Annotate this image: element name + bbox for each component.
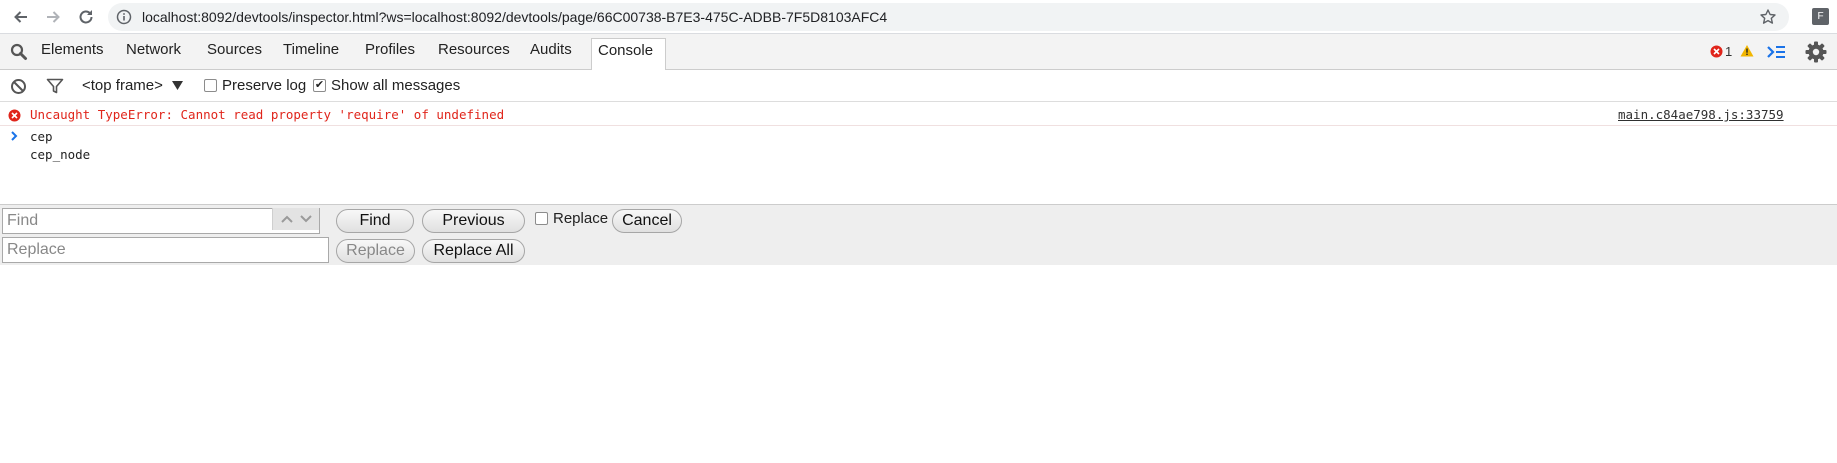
preserve-log-option[interactable]: Preserve log <box>204 77 306 94</box>
forward-button[interactable] <box>41 5 65 29</box>
error-icon <box>1710 45 1723 58</box>
error-count-value: 1 <box>1725 44 1733 59</box>
replace-option[interactable]: Replace <box>535 210 608 227</box>
filter-icon[interactable] <box>46 78 64 95</box>
show-all-messages-checkbox[interactable]: ✔ <box>313 79 326 92</box>
tab-audits[interactable]: Audits <box>526 38 576 66</box>
tab-timeline[interactable]: Timeline <box>279 38 343 66</box>
console-input-line[interactable]: cep <box>30 129 53 144</box>
tab-network[interactable]: Network <box>122 38 185 66</box>
chevron-up-icon[interactable] <box>280 215 293 223</box>
replace-all-button[interactable]: Replace All <box>422 239 525 263</box>
error-source-link[interactable]: main.c84ae798.js:33759 <box>1618 107 1784 122</box>
console-toolbar: <top frame> Preserve log ✔ Show all mess… <box>0 70 1837 102</box>
back-button[interactable] <box>9 5 33 29</box>
search-icon[interactable] <box>9 42 29 62</box>
arrow-right-icon <box>47 11 60 23</box>
previous-button[interactable]: Previous <box>422 209 525 233</box>
warning-icon[interactable] <box>1740 44 1754 57</box>
error-counter[interactable]: 1 <box>1710 44 1732 59</box>
console-output-line: cep_node <box>30 147 91 162</box>
browser-toolbar: localhost:8092/devtools/inspector.html?w… <box>0 0 1837 34</box>
url-text[interactable]: localhost:8092/devtools/inspector.html?w… <box>142 9 887 25</box>
prompt-chevron-icon <box>11 131 18 141</box>
replace-input[interactable] <box>2 237 329 263</box>
dropdown-triangle-icon <box>171 81 183 90</box>
tab-console[interactable]: Console <box>591 38 667 71</box>
cancel-button[interactable]: Cancel <box>612 209 682 233</box>
find-nav-arrows <box>272 208 319 230</box>
replace-checkbox[interactable] <box>535 212 548 225</box>
frame-selector-value: <top frame> <box>82 77 163 94</box>
frame-selector[interactable]: <top frame> <box>82 77 183 94</box>
arrow-left-icon <box>14 11 27 23</box>
reload-icon <box>79 10 93 24</box>
address-bar[interactable]: localhost:8092/devtools/inspector.html?w… <box>108 3 1789 31</box>
devtools-tab-bar: Elements Network Sources Timeline Profil… <box>0 34 1837 71</box>
profile-initial: F <box>1817 11 1824 22</box>
error-icon <box>8 109 21 122</box>
console-error-message: Uncaught TypeError: Cannot read property… <box>0 104 1837 126</box>
chevron-down-icon[interactable] <box>299 215 312 223</box>
replace-button[interactable]: Replace <box>336 239 415 263</box>
error-message-text: Uncaught TypeError: Cannot read property… <box>30 107 505 122</box>
tab-profiles[interactable]: Profiles <box>361 38 419 66</box>
reload-button[interactable] <box>74 5 98 29</box>
show-all-messages-option[interactable]: ✔ Show all messages <box>313 77 460 94</box>
preserve-log-label: Preserve log <box>222 77 307 94</box>
tab-elements[interactable]: Elements <box>37 38 108 66</box>
console-drawer-icon[interactable] <box>1766 44 1786 60</box>
info-icon[interactable] <box>116 9 132 25</box>
star-icon[interactable] <box>1759 8 1777 26</box>
tab-sources[interactable]: Sources <box>203 38 266 66</box>
find-replace-bar: Find Previous Replace Cancel Replace Rep… <box>0 204 1837 265</box>
clear-console-icon[interactable] <box>10 78 27 95</box>
find-button[interactable]: Find <box>336 209 414 233</box>
preserve-log-checkbox[interactable] <box>204 79 217 92</box>
tab-resources[interactable]: Resources <box>434 38 514 66</box>
profile-avatar[interactable]: F <box>1812 8 1829 25</box>
replace-checkbox-label: Replace <box>553 210 609 227</box>
gear-icon[interactable] <box>1805 41 1827 63</box>
show-all-messages-label: Show all messages <box>331 77 461 94</box>
